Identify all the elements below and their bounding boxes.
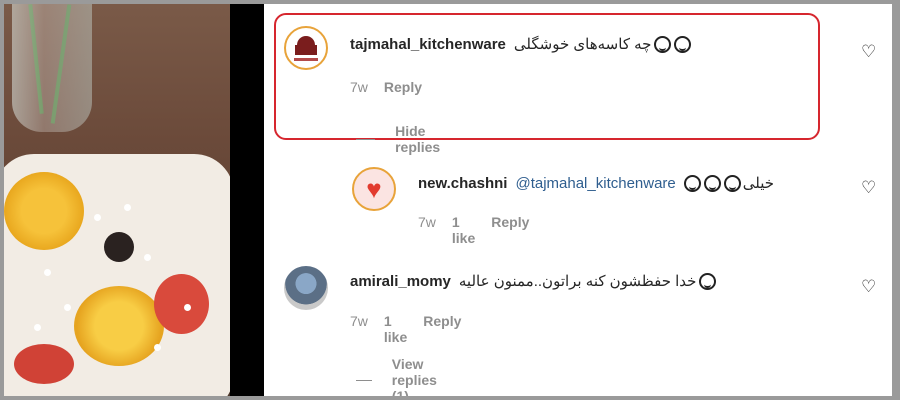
babys-breath <box>34 324 41 331</box>
cookie <box>104 232 134 262</box>
babys-breath <box>64 304 71 311</box>
avatar[interactable] <box>284 266 328 310</box>
hide-replies-button[interactable]: Hide replies <box>356 123 449 155</box>
heart-eyes-emoji <box>723 174 741 192</box>
mention-link[interactable]: @tajmahal_kitchenware <box>515 175 675 192</box>
timestamp: 7w <box>418 214 436 230</box>
comment-text: خدا حفظشون کنه براتون..ممنون عالیه <box>458 273 697 290</box>
likes-count[interactable]: 1 like <box>384 313 407 345</box>
comment-line: new.chashni @tajmahal_kitchenware خیلی <box>418 174 774 192</box>
comment-line: amirali_momy خدا حفظشون کنه براتون..ممنو… <box>350 272 717 290</box>
comment-meta: 7w 1 like Reply <box>350 313 477 345</box>
babys-breath <box>184 304 191 311</box>
comment-line: tajmahal_kitchenware چه کاسه‌های خوشگلی <box>350 35 692 53</box>
heart-logo: ♥ <box>366 174 382 204</box>
shop-logo <box>297 35 315 45</box>
post-window: tajmahal_kitchenware چه کاسه‌های خوشگلی … <box>4 4 892 396</box>
strawberry <box>14 344 74 384</box>
heart-eyes-emoji <box>703 174 721 192</box>
heart-outline-icon[interactable]: ♡ <box>861 179 877 196</box>
yellow-flower <box>74 286 164 366</box>
strawberry <box>154 274 209 334</box>
view-replies-label: View replies (1) <box>391 356 437 396</box>
comment-text: چه کاسه‌های خوشگلی <box>513 36 652 53</box>
avatar[interactable] <box>284 26 328 70</box>
comments-panel: tajmahal_kitchenware چه کاسه‌های خوشگلی … <box>264 4 892 396</box>
shop-logo <box>294 57 318 61</box>
divider-line <box>356 138 376 140</box>
username[interactable]: tajmahal_kitchenware <box>350 36 506 53</box>
reply-button[interactable]: Reply <box>491 214 529 246</box>
view-replies-button[interactable]: View replies (1) <box>356 356 449 396</box>
heart-eyes-emoji <box>683 174 701 192</box>
username[interactable]: amirali_momy <box>350 273 451 290</box>
babys-breath <box>154 344 161 351</box>
likes-count[interactable]: 1 like <box>452 214 475 246</box>
reply-button[interactable]: Reply <box>384 79 422 95</box>
reply-button[interactable]: Reply <box>423 313 461 345</box>
highlight-box <box>274 13 820 140</box>
timestamp: 7w <box>350 313 368 329</box>
glass-vase <box>12 4 92 132</box>
babys-breath <box>94 214 101 221</box>
photo-divider <box>230 4 264 396</box>
comment-text: خیلی <box>742 175 775 192</box>
shop-logo <box>295 44 317 55</box>
yellow-flower <box>4 172 84 250</box>
post-photo <box>4 4 230 396</box>
divider-line <box>356 379 372 381</box>
heart-eyes-emoji <box>674 35 692 53</box>
avatar[interactable]: ♥ <box>352 167 396 211</box>
babys-breath <box>144 254 151 261</box>
username[interactable]: new.chashni <box>418 175 507 192</box>
comment-meta: 7w 1 like Reply <box>418 214 545 246</box>
heart-outline-icon[interactable]: ♡ <box>861 43 877 60</box>
babys-breath <box>124 204 131 211</box>
hide-replies-label: Hide replies <box>395 123 441 155</box>
timestamp: 7w <box>350 79 368 95</box>
comment-meta: 7w Reply <box>350 79 438 95</box>
heart-outline-icon[interactable]: ♡ <box>861 278 877 295</box>
heart-eyes-emoji <box>699 272 717 290</box>
babys-breath <box>44 269 51 276</box>
heart-eyes-emoji <box>654 35 672 53</box>
